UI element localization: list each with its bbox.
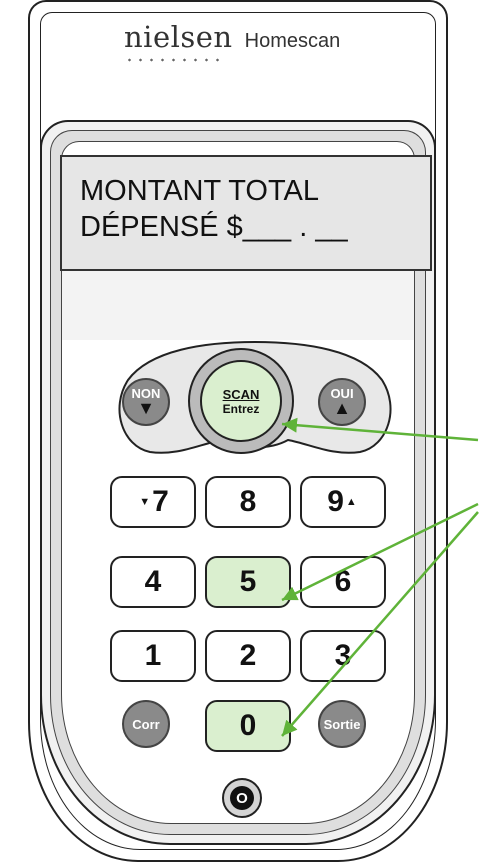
pointer-arrows [281,417,479,737]
arrow-to-scan [281,417,479,442]
arrow-to-key-0 [281,511,479,737]
arrow-to-key-5 [281,502,479,602]
